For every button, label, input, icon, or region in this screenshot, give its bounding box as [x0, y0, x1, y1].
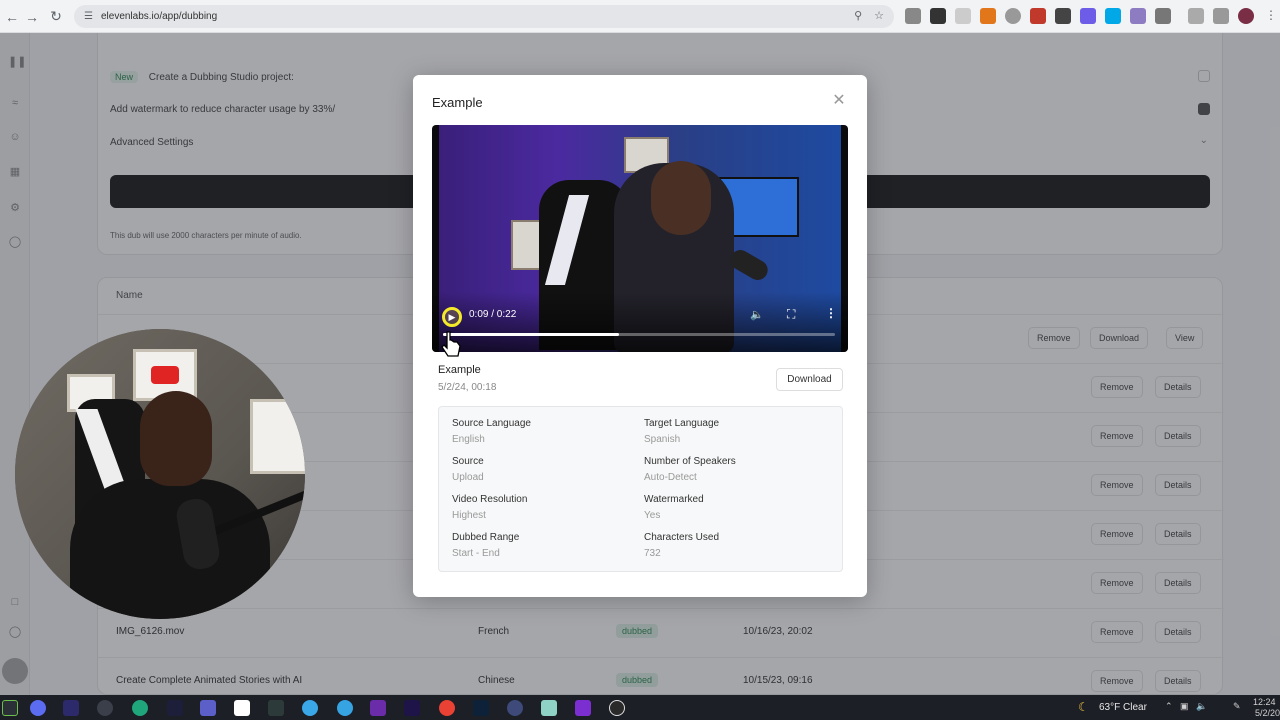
side-panel-icon[interactable]	[1213, 8, 1229, 24]
video-progress-bar[interactable]	[443, 333, 835, 336]
info-label: Source	[452, 456, 484, 467]
network-icon[interactable]: ▣	[1180, 701, 1189, 712]
info-label: Dubbed Range	[452, 532, 520, 543]
pen-icon[interactable]: ✎	[1233, 701, 1241, 712]
more-options-icon[interactable]: ⋮	[825, 306, 837, 320]
info-target-language: Target Language Spanish	[644, 418, 824, 445]
url-text: elevenlabs.io/app/dubbing	[100, 11, 218, 22]
download-button[interactable]: Download	[776, 368, 843, 391]
info-label: Source Language	[452, 418, 531, 429]
moon-weather-icon[interactable]: ☾	[1078, 700, 1089, 714]
extension-icon[interactable]	[1005, 8, 1021, 24]
reading-list-icon[interactable]	[1188, 8, 1204, 24]
dub-details-modal: Example ✕ ▶ 0:09 / 0:22 🔈 ⛶ ⋮ Example 5/…	[413, 75, 867, 597]
browser-toolbar: ← → ↻ ☰ elevenlabs.io/app/dubbing ⚲ ☆ ⋮	[0, 0, 1280, 33]
info-source-language: Source Language English	[452, 418, 632, 445]
video-player[interactable]: ▶ 0:09 / 0:22 🔈 ⛶ ⋮	[432, 125, 848, 352]
info-value: 732	[644, 548, 661, 559]
app-icon[interactable]	[30, 700, 46, 716]
play-icon[interactable]: ▶	[442, 307, 462, 327]
modal-title: Example	[432, 95, 483, 110]
info-label: Video Resolution	[452, 494, 528, 505]
app-icon[interactable]	[507, 700, 523, 716]
file-title: Example	[438, 364, 481, 376]
media-player-icon[interactable]	[609, 700, 625, 716]
teams-icon[interactable]	[200, 700, 216, 716]
menu-dots-icon[interactable]: ⋮	[1263, 8, 1279, 24]
weather-text[interactable]: 63°F Clear	[1099, 702, 1147, 713]
video-progress-fill	[443, 333, 620, 336]
extension-icon[interactable]	[955, 8, 971, 24]
dub-info-panel: Source Language English Target Language …	[438, 406, 843, 572]
forward-icon[interactable]: →	[20, 9, 44, 25]
extension-icon[interactable]	[1055, 8, 1071, 24]
edge-icon[interactable]	[132, 700, 148, 716]
bookmark-star-icon[interactable]: ☆	[874, 9, 884, 22]
controls-gradient	[432, 292, 848, 352]
info-value: Auto-Detect	[644, 472, 697, 483]
app-icon[interactable]	[541, 700, 557, 716]
info-value: Highest	[452, 510, 486, 521]
info-label: Target Language	[644, 418, 720, 429]
app-icon[interactable]	[268, 700, 284, 716]
extension-icon[interactable]	[1030, 8, 1046, 24]
app-icon[interactable]	[234, 700, 250, 716]
info-dubbed-range: Dubbed Range Start - End	[452, 532, 632, 559]
camera-extension-icon[interactable]	[905, 8, 921, 24]
info-label: Characters Used	[644, 532, 720, 543]
address-bar[interactable]: ☰ elevenlabs.io/app/dubbing ⚲ ☆	[74, 5, 894, 28]
windows-taskbar: ☾ 63°F Clear ⌃ ▣ 🔈 ✎ 12:24 5/2/20	[0, 695, 1280, 720]
info-video-resolution: Video Resolution Highest	[452, 494, 632, 521]
reload-icon[interactable]: ↻	[44, 8, 68, 25]
audition-icon[interactable]	[473, 700, 489, 716]
info-source: Source Upload	[452, 456, 632, 483]
info-value: English	[452, 434, 485, 445]
info-label: Watermarked	[644, 494, 704, 505]
clock-time[interactable]: 12:24	[1253, 697, 1276, 707]
wall-frame	[250, 399, 305, 474]
app-icon[interactable]	[337, 700, 353, 716]
info-watermarked: Watermarked Yes	[644, 494, 824, 521]
extension-icon[interactable]	[930, 8, 946, 24]
metamask-extension-icon[interactable]	[980, 8, 996, 24]
webcam-overlay	[15, 329, 305, 619]
premiere-rush-icon[interactable]	[167, 700, 183, 716]
presenter-head	[140, 391, 212, 486]
presenter-body	[70, 479, 270, 619]
chrome-icon[interactable]	[439, 700, 455, 716]
volume-icon[interactable]: 🔈	[750, 308, 764, 321]
zoom-icon[interactable]: ⚲	[854, 9, 862, 22]
clock-date[interactable]: 5/2/20	[1255, 708, 1280, 718]
volume-icon[interactable]: 🔈	[1196, 701, 1207, 712]
profile-avatar[interactable]	[1238, 8, 1254, 24]
info-value: Yes	[644, 510, 661, 521]
app-icon[interactable]	[302, 700, 318, 716]
info-value: Spanish	[644, 434, 681, 445]
app-icon[interactable]	[575, 700, 591, 716]
start-icon[interactable]	[2, 700, 18, 716]
presenter-head	[651, 161, 711, 235]
extension-icon[interactable]	[1130, 8, 1146, 24]
video-time: 0:09 / 0:22	[469, 309, 517, 320]
info-number-of-speakers: Number of Speakers Auto-Detect	[644, 456, 824, 483]
app-icon[interactable]	[370, 700, 386, 716]
premiere-pro-icon[interactable]	[404, 700, 420, 716]
app-icon[interactable]	[97, 700, 113, 716]
info-characters-used: Characters Used 732	[644, 532, 824, 559]
info-value: Start - End	[452, 548, 500, 559]
youtube-logo-icon	[151, 366, 179, 384]
chevron-up-icon[interactable]: ⌃	[1165, 701, 1173, 712]
info-label: Number of Speakers	[644, 456, 736, 467]
site-settings-icon[interactable]: ☰	[84, 11, 93, 22]
extension-icon[interactable]	[1105, 8, 1121, 24]
extensions-bar: ⋮	[905, 8, 1279, 24]
info-value: Upload	[452, 472, 484, 483]
puzzle-extensions-icon[interactable]	[1155, 8, 1171, 24]
after-effects-icon[interactable]	[63, 700, 79, 716]
close-icon[interactable]: ✕	[831, 93, 847, 109]
fullscreen-icon[interactable]: ⛶	[787, 307, 795, 322]
extension-icon[interactable]	[1080, 8, 1096, 24]
file-date: 5/2/24, 00:18	[438, 382, 497, 393]
mouse-cursor-icon	[441, 331, 461, 357]
